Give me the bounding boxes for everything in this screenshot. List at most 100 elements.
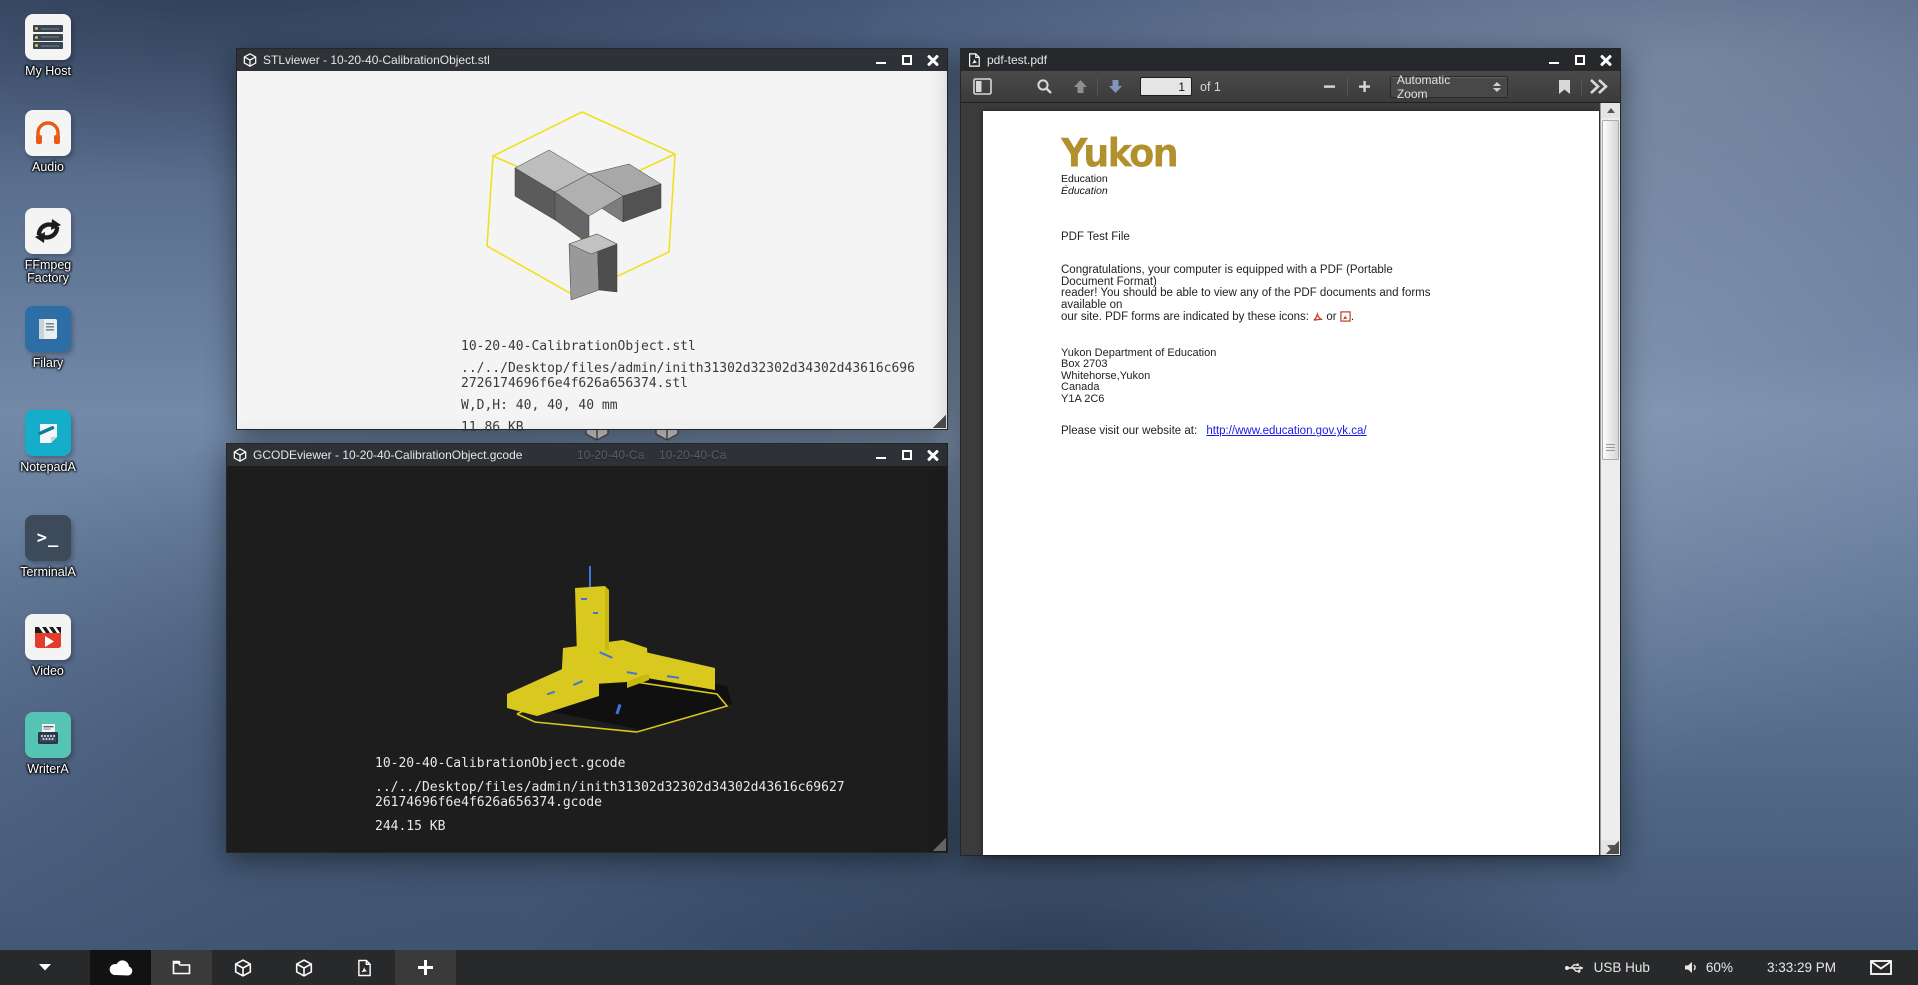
stl-dimensions: W,D,H: 40, 40, 40 mm [461, 398, 915, 413]
yukon-logo: Yukon [1061, 136, 1446, 172]
gcode-filesize: 244.15 KB [375, 819, 845, 834]
minimize-button[interactable] [1548, 54, 1560, 66]
scroll-up-button[interactable] [1601, 103, 1620, 118]
search-button[interactable] [1031, 75, 1057, 99]
desktop-icon-terminala[interactable]: >_ TerminalA [0, 515, 96, 581]
folder-icon [172, 960, 191, 975]
toolbar-divider [1347, 78, 1348, 96]
pdf-page[interactable]: Yukon Education Éducation PDF Test File … [983, 111, 1599, 855]
address-line: Yukon Department of Education [1061, 348, 1446, 360]
tools-menu-button[interactable] [1586, 75, 1612, 99]
desktop-icon-label: Filary [33, 357, 64, 370]
logo-education-fr: Éducation [1061, 185, 1446, 197]
pdf-file-icon [967, 53, 981, 67]
stl-3d-preview[interactable] [457, 94, 717, 324]
usb-hub-indicator[interactable]: USB Hub [1564, 960, 1650, 975]
taskbar-stlviewer-button[interactable] [212, 950, 273, 985]
maximize-button[interactable] [901, 449, 913, 461]
book-icon [25, 306, 71, 352]
resize-grip[interactable] [1605, 840, 1619, 854]
stl-titlebar[interactable]: STLviewer - 10-20-40-CalibrationObject.s… [237, 49, 947, 71]
pdf-scrollbar[interactable] [1600, 103, 1620, 855]
headphones-icon [25, 110, 71, 156]
terminal-icon: >_ [25, 515, 71, 561]
address-line: Canada [1061, 382, 1446, 394]
minimize-button[interactable] [875, 54, 887, 66]
scrollbar-thumb[interactable] [1602, 120, 1619, 460]
bookmark-button[interactable] [1551, 75, 1577, 99]
desktop-icon-audio[interactable]: Audio [0, 110, 96, 176]
notifications-button[interactable] [1870, 960, 1892, 975]
page-number-input[interactable] [1140, 77, 1192, 96]
maximize-button[interactable] [1574, 54, 1586, 66]
pdf-titlebar[interactable]: pdf-test.pdf [961, 49, 1620, 71]
desktop-icon-label: TerminalA [20, 566, 76, 579]
sidebar-toggle-button[interactable] [969, 75, 995, 99]
taskbar-gcodeviewer-button[interactable] [273, 950, 334, 985]
desktop-icon-notepada[interactable]: NotepadA [0, 410, 96, 476]
typewriter-icon [25, 712, 71, 758]
resize-grip[interactable] [932, 837, 946, 851]
resize-grip[interactable] [932, 414, 946, 428]
envelope-icon [1870, 960, 1892, 975]
pdf-form-icon [1340, 311, 1351, 322]
minimize-button[interactable] [875, 449, 887, 461]
website-link[interactable]: http://www.education.gov.yk.ca/ [1206, 425, 1366, 437]
close-button[interactable] [927, 449, 939, 461]
cube-icon [295, 959, 313, 977]
gcode-titlebar[interactable]: GCODEviewer - 10-20-40-CalibrationObject… [227, 444, 947, 466]
gcode-3d-preview[interactable] [477, 564, 757, 744]
desktop-icon-label: Video [32, 665, 64, 678]
window-title: GCODEviewer - 10-20-40-CalibrationObject… [253, 448, 875, 462]
doc-paragraph-line2: reader! You should be able to view any o… [1061, 288, 1446, 311]
pdf-file-icon [357, 959, 372, 977]
circular-arrows-icon [25, 208, 71, 254]
window-stlviewer: STLviewer - 10-20-40-CalibrationObject.s… [236, 48, 948, 430]
volume-indicator[interactable]: 60% [1684, 960, 1733, 975]
usb-hub-label: USB Hub [1594, 960, 1650, 975]
toolbar-divider [1097, 78, 1098, 96]
doc-paragraph-line1: Congratulations, your computer is equipp… [1061, 265, 1446, 288]
next-page-button[interactable] [1102, 75, 1128, 99]
clock[interactable]: 3:33:29 PM [1767, 960, 1836, 975]
video-clapper-icon [25, 614, 71, 660]
zoom-in-button[interactable] [1352, 75, 1378, 99]
desktop-icon-my-host[interactable]: My Host [0, 14, 96, 80]
taskbar-expand-button[interactable] [0, 950, 90, 985]
stl-path-line2: 2726174696f6e4f626a656374.stl [461, 376, 915, 391]
pdf-toolbar: of 1 Automatic Zoom [961, 71, 1620, 103]
zoom-select[interactable]: Automatic Zoom [1390, 76, 1508, 98]
gcode-path-line1: ../../Desktop/files/admin/inith31302d323… [375, 780, 845, 795]
page-count-label: of 1 [1200, 80, 1221, 94]
desktop-icon-ffmpeg-factory[interactable]: FFmpeg Factory [0, 208, 96, 287]
volume-label: 60% [1706, 960, 1733, 975]
close-button[interactable] [927, 54, 939, 66]
desktop-icon-video[interactable]: Video [0, 614, 96, 680]
taskbar-pdf-button[interactable] [334, 950, 395, 985]
window-title: pdf-test.pdf [987, 53, 1548, 67]
desktop-icon-label: Audio [32, 161, 64, 174]
gcode-filename: 10-20-40-CalibrationObject.gcode [375, 756, 845, 771]
chevron-down-icon [38, 963, 52, 972]
taskbar-files-button[interactable] [151, 950, 212, 985]
website-label: Please visit our website at: [1061, 425, 1197, 437]
speaker-icon [1684, 961, 1698, 974]
close-button[interactable] [1600, 54, 1612, 66]
zoom-out-button[interactable] [1317, 75, 1343, 99]
note-pencil-icon [25, 410, 71, 456]
desktop-icon-filary[interactable]: Filary [0, 306, 96, 372]
desktop-icon-writera[interactable]: WriterA [0, 712, 96, 778]
acrobat-logo-icon [1312, 311, 1323, 322]
taskbar-add-button[interactable] [395, 950, 456, 985]
taskbar-cloud-button[interactable] [90, 950, 151, 985]
stl-path-line1: ../../Desktop/files/admin/inith31302d323… [461, 361, 915, 376]
doc-paragraph-line3: our site. PDF forms are indicated by the… [1061, 311, 1446, 324]
stl-filename: 10-20-40-CalibrationObject.stl [461, 339, 915, 354]
previous-page-button[interactable] [1067, 75, 1093, 99]
cube-icon [243, 53, 257, 67]
desktop-icon-label: WriterA [27, 763, 68, 776]
maximize-button[interactable] [901, 54, 913, 66]
address-line: Y1A 2C6 [1061, 394, 1446, 406]
cube-icon [234, 959, 252, 977]
address-line: Whitehorse,Yukon [1061, 371, 1446, 383]
